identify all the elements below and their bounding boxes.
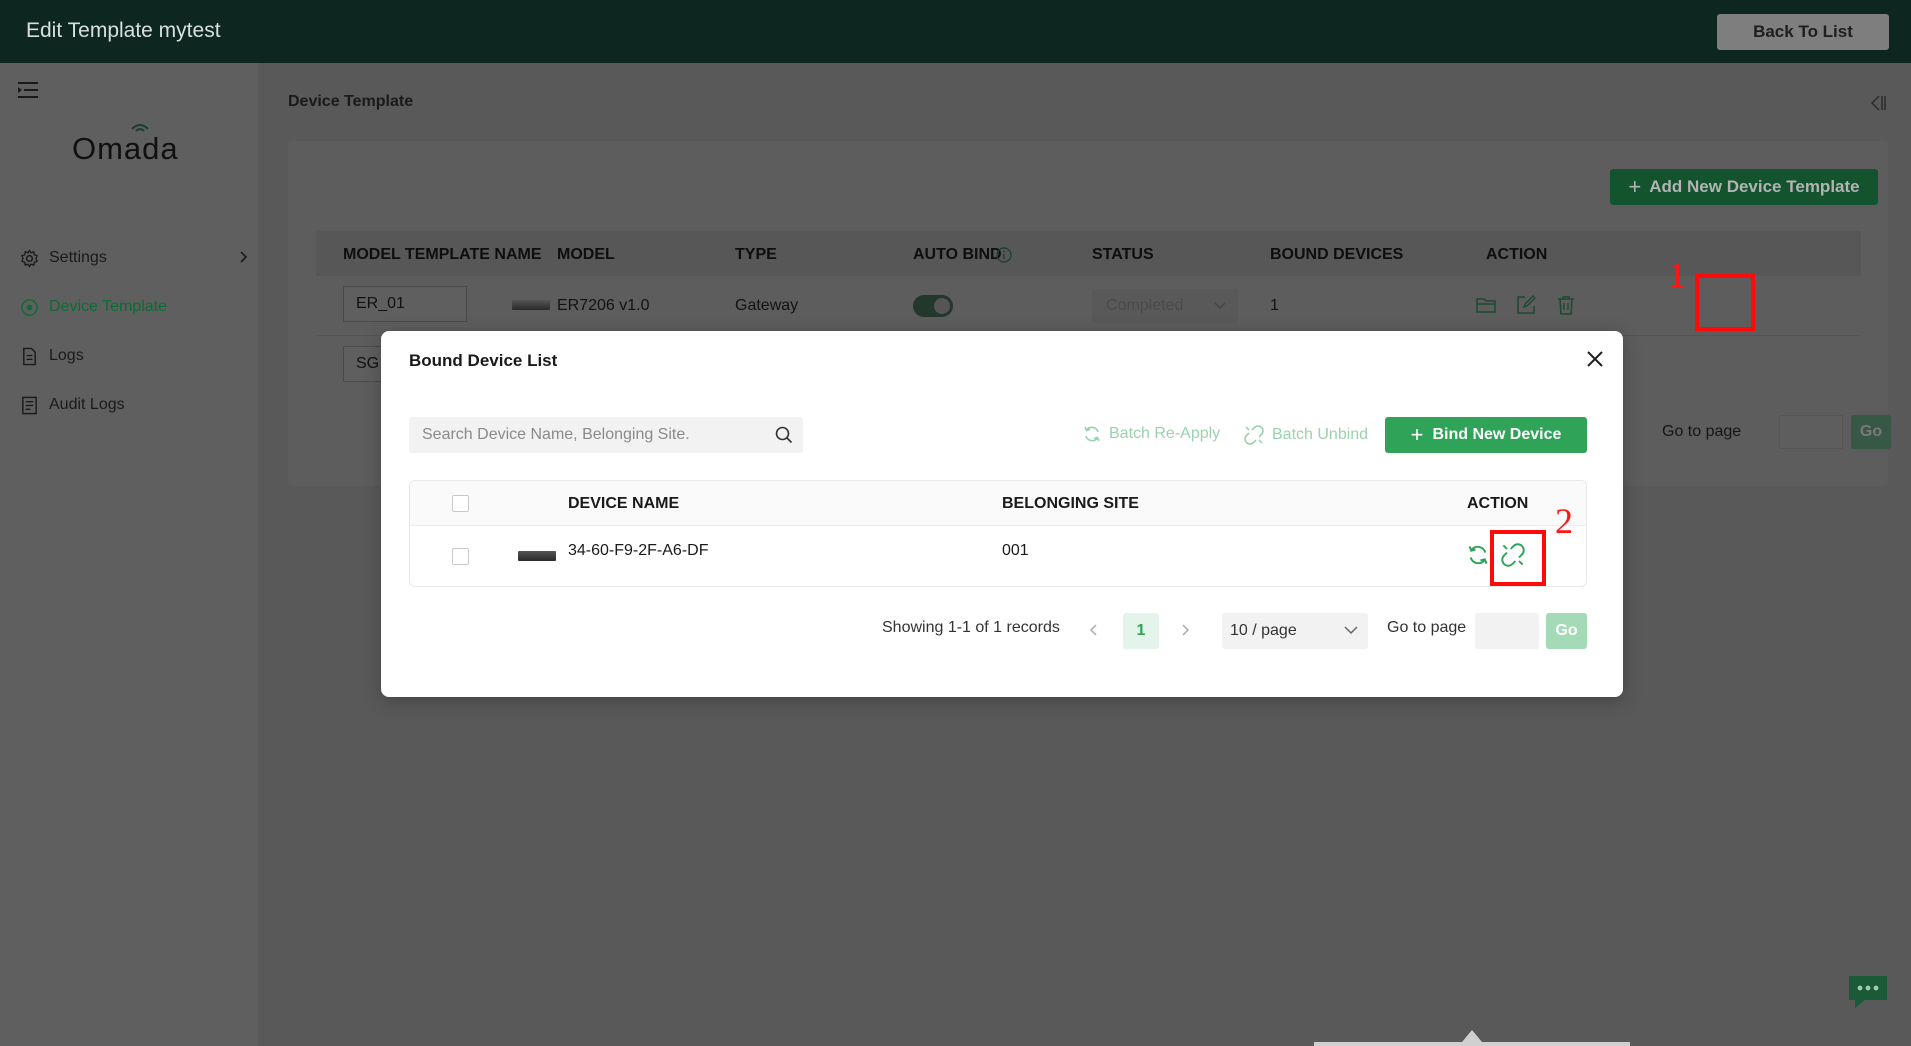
goto-page-input[interactable] [1475,613,1539,649]
auto-bind-toggle[interactable] [913,295,953,317]
edit-icon[interactable] [1515,294,1537,316]
bound-device-table: DEVICE NAME BELONGING SITE ACTION 34-60-… [409,480,1587,587]
template-name-field[interactable]: ER_01 [343,286,467,322]
records-summary: Showing 1-1 of 1 records [882,619,1060,636]
add-new-device-template-button[interactable]: + Add New Device Template [1610,169,1878,205]
search-input[interactable] [409,417,759,453]
column-header: STATUS [1092,246,1154,263]
current-page-button[interactable]: 1 [1123,613,1159,649]
close-icon[interactable] [1585,349,1605,369]
column-header: BOUND DEVICES [1270,246,1404,263]
goto-page-label: Go to page [1387,619,1467,636]
folder-open-icon[interactable] [1475,294,1497,316]
tooltip-pointer [1462,1030,1482,1042]
bound-devices-cell: 1 [1270,297,1279,314]
sidebar-item-audit-logs[interactable]: Audit Logs [20,390,250,420]
sidebar-item-device-template[interactable]: Device Template [20,292,250,322]
circle-target-icon [21,298,38,316]
bound-device-list-modal: Bound Device List Batch Re-Apply Batch U… [381,331,1623,697]
column-header: MODEL [557,246,615,263]
column-header: AUTO BIND [913,246,1002,263]
annotation-box [1490,530,1546,586]
document-icon [23,347,36,365]
plus-icon: + [1410,422,1424,447]
annotation-label: 1 [1668,255,1686,295]
annotation-label: 2 [1555,501,1573,541]
column-header: MODEL TEMPLATE NAME [343,246,542,263]
next-page-icon[interactable] [1179,621,1191,639]
chevron-down-icon [1344,626,1358,635]
page-title: Device Template [288,93,414,110]
tooltip-bar [1314,1042,1630,1046]
audit-log-icon [22,396,37,414]
go-button[interactable]: Go [1546,613,1587,649]
bind-new-device-button[interactable]: + Bind New Device [1385,417,1587,453]
refresh-icon [1084,426,1100,442]
delete-icon[interactable] [1555,294,1577,316]
column-header: ACTION [1467,495,1529,512]
go-button[interactable]: Go [1851,415,1891,449]
unlink-icon [1244,425,1264,445]
modal-title: Bound Device List [409,351,558,370]
table-row: ER_01 ER7206 v1.0 Gateway Completed 1 [316,276,1861,336]
row-checkbox[interactable] [452,548,469,565]
top-bar: Edit Template mytest Back To List [0,0,1911,63]
sidebar-item-logs[interactable]: Logs [20,341,250,371]
menu-collapse-icon[interactable] [18,81,40,99]
omada-logo: Omada [72,124,179,167]
prev-page-icon[interactable] [1088,621,1100,639]
chevron-right-icon [240,251,248,263]
device-thumbnail [518,551,556,561]
goto-page-input[interactable] [1779,415,1843,449]
table-header: MODEL TEMPLATE NAME MODEL TYPE AUTO BIND… [316,231,1861,276]
plus-icon: + [1628,174,1642,199]
model-cell: ER7206 v1.0 [557,297,650,314]
column-header: DEVICE NAME [568,495,680,512]
status-select[interactable]: Completed [1092,289,1238,323]
batch-reapply-button[interactable]: Batch Re-Apply [1083,425,1220,443]
search-box [409,417,803,453]
chevron-down-icon [1214,302,1226,310]
table-header: DEVICE NAME BELONGING SITE ACTION [410,481,1586,526]
select-all-checkbox[interactable] [452,495,469,512]
annotation-box [1695,274,1755,331]
gear-icon [21,248,38,268]
search-icon[interactable] [775,426,793,444]
logo-wifi-icon [131,124,149,132]
template-name-field[interactable]: SG [343,346,383,382]
panel-collapse-icon[interactable] [1867,93,1887,113]
column-header: ACTION [1486,246,1548,263]
toggle-knob [934,298,950,314]
sidebar-item-settings[interactable]: Settings [20,243,250,273]
device-thumbnail [512,300,550,310]
page-size-select[interactable]: 10 / page [1222,613,1368,649]
column-header: TYPE [735,246,777,263]
device-name-cell: 34-60-F9-2F-A6-DF [568,542,709,559]
info-icon[interactable] [996,247,1012,263]
chat-icon[interactable] [1847,974,1889,1010]
type-cell: Gateway [735,297,799,314]
column-header: BELONGING SITE [1002,495,1139,512]
batch-unbind-button[interactable]: Batch Unbind [1244,425,1368,445]
window-title: Edit Template mytest [26,19,221,42]
goto-page-label: Go to page [1662,423,1742,440]
reapply-icon[interactable] [1467,544,1489,566]
belonging-site-cell: 001 [1002,542,1029,559]
back-to-list-button[interactable]: Back To List [1717,14,1889,50]
sidebar: Omada Settings Device Template Logs Audi… [0,63,258,1046]
